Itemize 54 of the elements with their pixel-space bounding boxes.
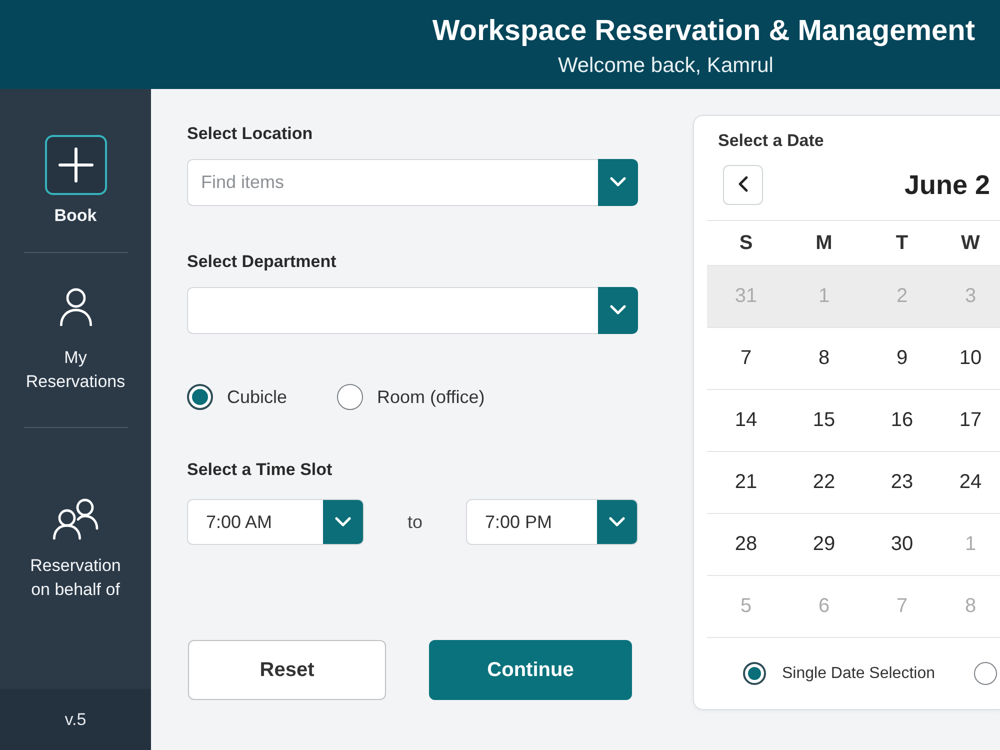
chevron-down-icon [609,514,625,530]
calendar-day[interactable]: 8 [785,328,863,389]
weekday-label: M [814,230,834,256]
calendar-day[interactable]: 23 [863,452,941,513]
weekday-label: S [738,230,754,256]
field-label: Select a Time Slot [187,460,334,480]
calendar-day[interactable]: 30 [863,514,941,575]
radio-button[interactable] [187,384,213,410]
month-title: June 2 [904,170,990,200]
continue-button[interactable]: Continue [429,640,632,700]
calendar-day[interactable]: 16 [863,390,941,451]
time-select[interactable]: 7:00 PM [466,499,638,545]
calendar-day[interactable]: 14 [707,390,785,451]
plus-icon [44,135,106,195]
field-label: Select Location [187,124,314,144]
time-separator: to [406,512,424,532]
calendar-day[interactable]: 28 [707,514,785,575]
previous-month-button[interactable] [723,165,763,205]
calendar-day[interactable]: 29 [785,514,863,575]
calendar-day[interactable]: 9 [863,328,941,389]
dropdown-button[interactable] [598,287,638,334]
calendar-day[interactable]: 15 [785,390,863,451]
people-icon [50,498,100,540]
chevron-down-icon [335,514,351,530]
radio-button[interactable] [337,384,364,410]
radio-button[interactable] [974,662,997,685]
calendar-day[interactable]: 22 [785,452,863,513]
person-icon [58,288,92,326]
radio-label[interactable]: Room (office) [377,386,485,408]
radio-button[interactable] [743,662,766,685]
calendar-day[interactable]: 17 [941,390,1000,451]
reset-button[interactable]: Reset [188,640,386,700]
calendar-day[interactable]: 10 [941,328,1000,389]
dropdown-button[interactable] [323,500,363,544]
chevron-left-icon [738,176,748,194]
sidebar-item[interactable]: My Reservations [22,288,130,394]
welcome-text: Welcome back, Kamrul [558,53,774,79]
radio-label[interactable]: Cubicle [227,386,288,408]
field-label: Select Department [187,252,338,272]
version-label: v.5 [64,710,86,730]
dropdown-button[interactable] [597,500,637,544]
calendar-day[interactable]: 7 [707,328,785,389]
calendar-day[interactable]: 21 [707,452,785,513]
calendar-day[interactable]: 24 [941,452,1000,513]
weekday-label: T [894,230,910,256]
sidebar-item[interactable]: Reservation on behalf of [22,498,130,602]
time-select[interactable]: 7:00 AM [187,499,364,545]
location-select[interactable]: Find items [187,159,598,206]
sidebar-item[interactable]: Book [44,135,106,228]
app-title: Workspace Reservation & Management [432,14,975,48]
weekday-label: W [960,230,981,256]
radio-label[interactable]: Single Date Selection [782,664,935,682]
calendar-title: Select a Date [718,131,824,151]
dropdown-button[interactable] [598,159,638,206]
